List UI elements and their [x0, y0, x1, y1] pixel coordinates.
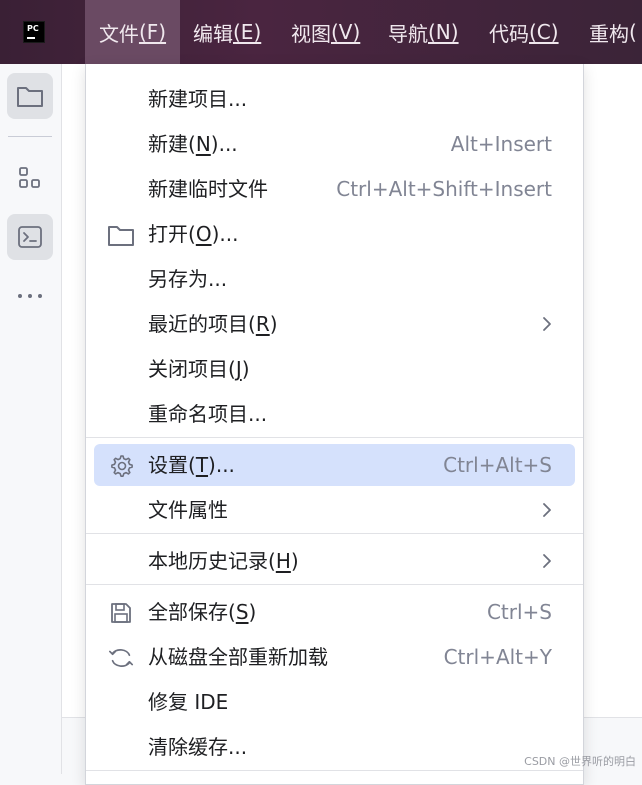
menu-item-repair-ide[interactable]: 修复 IDE — [86, 680, 583, 725]
menu-item-file-properties[interactable]: 文件属性 — [86, 488, 583, 533]
reload-icon — [107, 644, 135, 672]
gear-icon — [107, 452, 135, 480]
menu-item-invalidate-caches[interactable]: 清除缓存... — [86, 725, 583, 770]
menu-item-rename-project[interactable]: 重命名项目... — [86, 392, 583, 437]
menu-view[interactable]: 视图 (V) — [291, 0, 360, 64]
menu-file[interactable]: 文件 (F) — [85, 0, 180, 64]
structure-icon — [19, 167, 40, 188]
menu-item-open[interactable]: 打开(O)... — [86, 212, 583, 257]
menu-item-close-project[interactable]: 关闭项目(J) — [86, 347, 583, 392]
more-icon — [18, 294, 42, 298]
menu-item-local-history[interactable]: 本地历史记录(H) — [86, 539, 583, 584]
shortcut-label: Ctrl+Alt+S — [443, 453, 552, 477]
menu-item-recent-projects[interactable]: 最近的项目(R) — [86, 302, 583, 347]
shortcut-label: Ctrl+Alt+Shift+Insert — [336, 177, 552, 201]
shortcut-label: Ctrl+S — [486, 600, 552, 624]
folder-icon — [107, 221, 135, 249]
folder-icon — [17, 87, 43, 107]
menu-refactor[interactable]: 重构( — [589, 0, 637, 64]
structure-tool-button[interactable] — [7, 155, 53, 201]
pycharm-logo-icon[interactable]: PC — [22, 20, 46, 44]
menu-item-reload-from-disk[interactable]: 从磁盘全部重新加载 Ctrl+Alt+Y — [86, 635, 583, 680]
menu-item-save-as[interactable]: 另存为... — [86, 257, 583, 302]
save-icon — [107, 599, 135, 627]
menu-item-save-all[interactable]: 全部保存(S) Ctrl+S — [86, 590, 583, 635]
watermark-text: CSDN @世界听的明白 — [524, 755, 636, 768]
main-menubar: PC 文件 (F) 编辑 (E) 视图 (V) 导航 (N) 代码 (C) 重构( — [0, 0, 642, 64]
chevron-right-icon — [543, 317, 551, 331]
menu-edit[interactable]: 编辑 (E) — [193, 0, 261, 64]
menu-code[interactable]: 代码 (C) — [489, 0, 559, 64]
chevron-right-icon — [543, 503, 551, 517]
terminal-tool-button[interactable] — [7, 214, 53, 260]
menu-item-new[interactable]: 新建(N)... Alt+Insert — [86, 122, 583, 167]
menu-separator — [86, 533, 583, 534]
menu-item-new-scratch-file[interactable]: 新建临时文件 Ctrl+Alt+Shift+Insert — [86, 167, 583, 212]
menu-item-new-project[interactable]: 新建项目... — [86, 77, 583, 122]
menu-navigate[interactable]: 导航 (N) — [388, 0, 459, 64]
shortcut-label: Alt+Insert — [450, 132, 552, 156]
more-tools-button[interactable] — [7, 273, 53, 319]
tool-window-strip — [0, 64, 62, 774]
logo-text: PC — [27, 24, 39, 33]
menu-separator — [86, 437, 583, 438]
project-tool-button[interactable] — [7, 73, 53, 119]
menu-separator — [86, 584, 583, 585]
menu-item-settings[interactable]: 设置(T)... Ctrl+Alt+S — [86, 443, 583, 488]
terminal-icon — [18, 226, 42, 248]
chevron-right-icon — [543, 554, 551, 568]
menu-separator — [86, 770, 583, 771]
shortcut-label: Ctrl+Alt+Y — [443, 645, 552, 669]
file-menu-dropdown: 新建项目... 新建(N)... Alt+Insert 新建临时文件 Ctrl+… — [85, 64, 584, 785]
